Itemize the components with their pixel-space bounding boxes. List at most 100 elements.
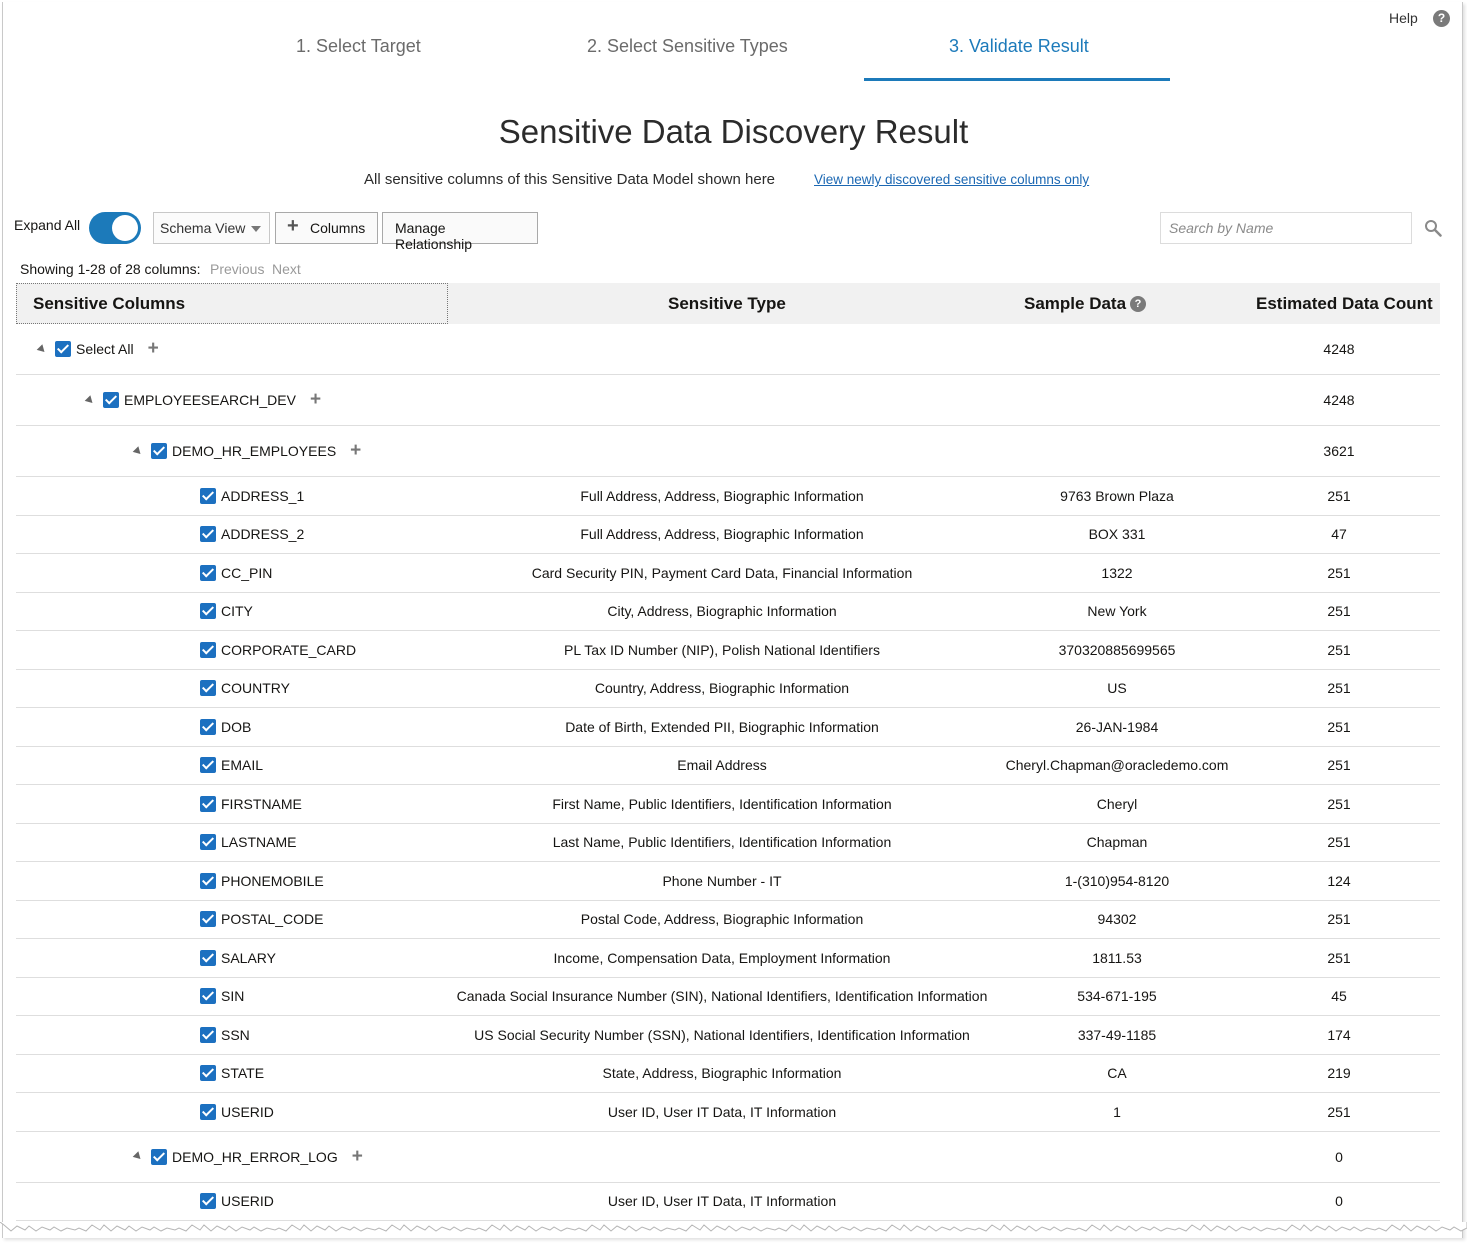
group-checkbox[interactable] [151, 1148, 167, 1165]
search-icon[interactable] [1424, 219, 1442, 237]
group-checkbox[interactable] [55, 341, 71, 357]
column-checkbox[interactable] [200, 680, 216, 697]
column-checkbox[interactable] [200, 487, 216, 504]
next-page-link[interactable]: Next [272, 261, 301, 277]
sample-data-cell: 1322 [1101, 564, 1133, 581]
group-row: EMPLOYEESEARCH_DEV +4248 [16, 375, 1440, 426]
group-row: DEMO_HR_ERROR_LOG +0 [16, 1132, 1440, 1183]
search-input[interactable] [1160, 212, 1412, 244]
sensitive-type-cell: User ID, User IT Data, IT Information [607, 1103, 837, 1120]
group-name-cell: EMPLOYEESEARCH_DEV + [84, 390, 321, 409]
expand-triangle-icon[interactable] [36, 343, 48, 355]
table-row: FIRSTNAME First Name, Public Identifiers,… [16, 785, 1440, 824]
estimated-count-cell: 251 [1327, 487, 1351, 504]
group-checkbox[interactable] [103, 392, 119, 408]
column-name-cell: FIRSTNAME [200, 795, 302, 812]
column-name: SSN [221, 1026, 250, 1043]
column-checkbox[interactable] [200, 1065, 216, 1082]
manage-relationship-button[interactable]: Manage Relationship [382, 212, 538, 252]
column-checkbox[interactable] [200, 718, 216, 735]
column-name-cell: SIN [200, 988, 244, 1005]
estimated-count-cell: 251 [1327, 1103, 1351, 1120]
column-name: PHONEMOBILE [221, 872, 324, 889]
plus-icon: + [287, 215, 299, 237]
expand-all-toggle[interactable] [89, 212, 141, 244]
group-name-cell: Select All + [36, 339, 159, 358]
column-checkbox[interactable] [200, 603, 216, 620]
expand-triangle-icon[interactable] [132, 1151, 144, 1162]
view-select[interactable]: Schema View [153, 212, 270, 244]
column-checkbox[interactable] [200, 1026, 216, 1043]
expand-triangle-icon[interactable] [84, 394, 96, 406]
sensitive-type-cell: Phone Number - IT [662, 872, 782, 889]
sample-data-cell: Cheryl.Chapman@oracledemo.com [1005, 757, 1229, 774]
group-name-cell: DEMO_HR_EMPLOYEES + [132, 441, 361, 460]
group-row: Select All + 4248 [16, 324, 1440, 375]
header-sample-data-label: Sample Data [1024, 294, 1127, 313]
group-count: 4248 [1323, 341, 1355, 357]
estimated-count-cell: 174 [1327, 1026, 1351, 1043]
column-checkbox[interactable] [200, 949, 216, 966]
group-checkbox[interactable] [151, 443, 167, 459]
help-icon[interactable]: ? [1433, 10, 1450, 27]
help-icon[interactable]: ? [1130, 296, 1147, 312]
table-row: DOB Date of Birth, Extended PII, Biograph… [16, 708, 1440, 747]
estimated-count-cell: 251 [1327, 641, 1351, 658]
group-count: 3621 [1323, 443, 1355, 459]
column-checkbox[interactable] [200, 641, 216, 658]
group-label: DEMO_HR_ERROR_LOG [172, 1148, 338, 1165]
expand-triangle-icon[interactable] [132, 445, 144, 457]
column-checkbox[interactable] [200, 795, 216, 812]
column-checkbox[interactable] [200, 872, 216, 889]
column-checkbox[interactable] [200, 757, 216, 774]
estimated-count-cell: 124 [1327, 872, 1351, 889]
previous-page-link[interactable]: Previous [210, 261, 264, 277]
column-checkbox[interactable] [200, 988, 216, 1005]
column-checkbox[interactable] [200, 564, 216, 581]
column-name-cell: PHONEMOBILE [200, 872, 324, 889]
sample-data-cell: CA [1107, 1065, 1127, 1082]
header-sample-data[interactable]: Sample Data? [1024, 294, 1147, 314]
step-validate-result[interactable]: 3. Validate Result [949, 36, 1089, 57]
column-name-cell: ADDRESS_2 [200, 526, 304, 543]
column-checkbox[interactable] [200, 1103, 216, 1120]
column-checkbox[interactable] [200, 911, 216, 928]
column-name: CITY [221, 603, 253, 620]
column-name: USERID [221, 1103, 274, 1120]
page-title: Sensitive Data Discovery Result [498, 113, 969, 150]
header-sensitive-type[interactable]: Sensitive Type [668, 294, 786, 314]
estimated-count-cell: 47 [1331, 526, 1347, 543]
header-sensitive-columns[interactable]: Sensitive Columns [33, 294, 185, 314]
column-name-cell: ADDRESS_1 [200, 487, 304, 504]
group-name-cell: DEMO_HR_ERROR_LOG + [132, 1147, 363, 1166]
step-select-target[interactable]: 1. Select Target [296, 36, 421, 57]
column-checkbox[interactable] [200, 526, 216, 543]
plus-icon[interactable]: + [352, 1147, 363, 1166]
table-row: USERID User ID, User IT Data, IT Informat… [16, 1093, 1440, 1132]
step-select-sensitive-types[interactable]: 2. Select Sensitive Types [587, 36, 788, 57]
sensitive-type-cell: US Social Security Number (SSN), Nationa… [474, 1026, 970, 1043]
sensitive-type-cell: Country, Address, Biographic Information [594, 680, 850, 697]
view-new-columns-link[interactable]: View newly discovered sensitive columns … [814, 172, 1089, 187]
expand-all-label: Expand All [14, 217, 81, 233]
plus-icon[interactable]: + [310, 390, 321, 409]
add-columns-button[interactable]: + Columns [275, 212, 378, 244]
help-link[interactable]: Help [1389, 10, 1418, 26]
estimated-count-cell: 0 [1335, 1193, 1343, 1210]
column-name: POSTAL_CODE [221, 911, 324, 928]
header-estimated-count[interactable]: Estimated Data Count [1256, 294, 1433, 314]
estimated-count-cell: 251 [1327, 911, 1351, 928]
table-row: SALARY Income, Compensation Data, Employm… [16, 939, 1440, 978]
column-name: CC_PIN [221, 564, 273, 581]
column-name: USERID [221, 1193, 274, 1210]
column-checkbox[interactable] [200, 1193, 216, 1210]
sample-data-cell: New York [1087, 603, 1147, 620]
column-checkbox[interactable] [200, 834, 216, 851]
plus-icon[interactable]: + [350, 441, 361, 460]
sample-data-cell: 1811.53 [1092, 949, 1142, 966]
pagination-summary: Showing 1-28 of 28 columns: [20, 261, 201, 277]
column-name-cell: LASTNAME [200, 834, 296, 851]
sample-data-cell: 9763 Brown Plaza [1060, 487, 1174, 504]
group-label: EMPLOYEESEARCH_DEV [124, 392, 296, 408]
plus-icon[interactable]: + [148, 339, 159, 358]
